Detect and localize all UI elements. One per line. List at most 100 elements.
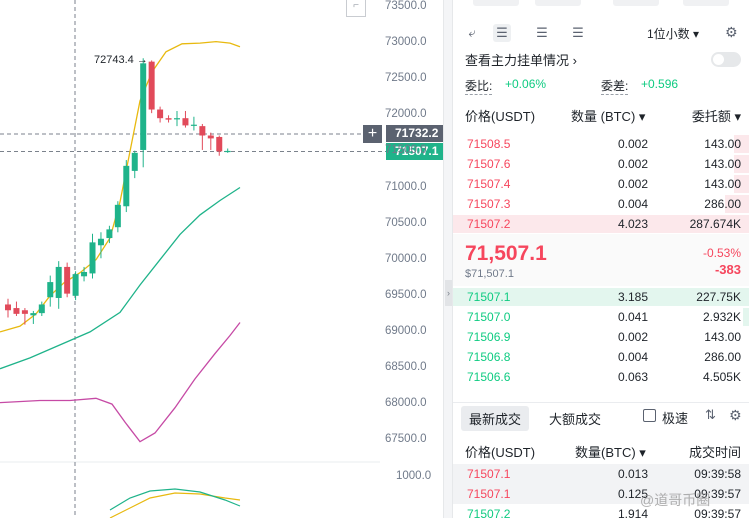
candle-body xyxy=(38,304,45,314)
order-total: 4.505K xyxy=(702,370,741,384)
order-amount: 3.185 xyxy=(617,290,648,304)
both-sides-view-icon[interactable]: ☰ xyxy=(493,24,511,42)
depth-view-icon[interactable]: ⤶ xyxy=(463,24,481,42)
order-price: 71506.8 xyxy=(467,350,511,364)
fast-mode-checkbox[interactable] xyxy=(643,409,656,422)
trade-amount-header[interactable]: 数量(BTC) ▾ xyxy=(575,442,646,461)
order-total: 143.00 xyxy=(704,137,741,151)
order-amount: 0.002 xyxy=(617,157,648,171)
chart-corner-icon[interactable]: ⌐ xyxy=(346,0,366,17)
order-total: 286.00 xyxy=(704,197,741,211)
indicator-tick-label: 1000.0 xyxy=(396,470,432,482)
trade-amount: 0.125 xyxy=(617,487,648,501)
indicator-line-a xyxy=(109,492,241,518)
trade-price: 71507.1 xyxy=(467,487,511,501)
candle-body xyxy=(224,150,231,153)
chart-canvas[interactable] xyxy=(0,0,443,518)
price-tick-label: 73000.0 xyxy=(385,36,427,49)
ma-long-line xyxy=(0,322,241,443)
mid-price-usd: $71,507.1 xyxy=(465,268,514,280)
candle-body xyxy=(140,63,147,150)
trade-amount: 0.013 xyxy=(617,467,648,481)
tab-large-trades[interactable]: 大额成交 xyxy=(549,409,601,428)
ma-fast-line xyxy=(0,41,241,333)
top-tab-2[interactable] xyxy=(535,0,581,6)
price-tick-label: 72000.0 xyxy=(385,108,427,121)
candle-body xyxy=(165,118,172,120)
bids-only-view-icon[interactable]: ☰ xyxy=(533,24,551,42)
order-price: 71507.3 xyxy=(467,197,511,211)
bid-row[interactable]: 71506.9 0.002 143.00 xyxy=(453,327,749,347)
settings-gear-icon[interactable]: ⚙ xyxy=(725,24,738,41)
candle-body xyxy=(207,135,214,139)
bid-row[interactable]: 71506.8 0.004 286.00 xyxy=(453,347,749,367)
price-column-header: 价格(USDT) xyxy=(465,109,536,124)
order-diff-value: +0.596 xyxy=(641,77,679,91)
trades-header: 价格(USDT) 数量(BTC) ▾ 成交时间 xyxy=(453,442,749,460)
order-price: 71507.1 xyxy=(467,290,511,304)
bid-row[interactable]: 71507.1 3.185 227.75K xyxy=(453,287,749,307)
sort-icon[interactable]: ⇅ xyxy=(705,407,716,423)
order-price: 71506.6 xyxy=(467,370,511,384)
order-price: 71508.5 xyxy=(467,137,511,151)
crosshair-price-tag: 71732.2 xyxy=(386,125,444,142)
candle-body xyxy=(55,266,62,298)
price-tick-label: 71500.0 xyxy=(385,144,427,157)
order-total: 143.00 xyxy=(704,157,741,171)
asks-only-view-icon[interactable]: ☰ xyxy=(569,24,587,42)
price-tick-label: 73500.0 xyxy=(385,0,427,12)
candlestick-chart[interactable]: ⌐ 72743.4 → + 71732.2 71507.1 73500.0 730… xyxy=(0,0,444,518)
trade-amount: 1.914 xyxy=(617,507,648,518)
order-book-panel: ⤶ ☰ ☰ ☰ 1位小数 ▾ ⚙ 查看主力挂单情况 › 委比: +0.06% 委… xyxy=(453,0,749,518)
amount-column-header[interactable]: 数量 (BTC) ▾ xyxy=(571,106,645,125)
order-amount: 4.023 xyxy=(617,217,648,231)
trade-price: 71507.2 xyxy=(467,507,511,518)
order-amount: 0.002 xyxy=(617,330,648,344)
order-amount: 0.004 xyxy=(617,197,648,211)
price-tick-label: 70500.0 xyxy=(385,216,427,229)
order-total: 143.00 xyxy=(704,330,741,344)
price-tick-label: 68500.0 xyxy=(385,361,427,373)
order-total: 227.75K xyxy=(696,290,741,304)
ask-row[interactable]: 71507.2 4.023 287.674K xyxy=(453,214,749,234)
candle-body xyxy=(5,304,11,311)
watermark: @道哥币圈 xyxy=(640,492,711,508)
bid-row[interactable]: 71506.6 0.063 4.505K xyxy=(453,367,749,387)
tab-latest-trades[interactable]: 最新成交 xyxy=(461,406,530,431)
candle-body xyxy=(199,126,206,136)
main-orders-link[interactable]: 查看主力挂单情况 › xyxy=(465,50,577,69)
ask-row[interactable]: 71508.5 0.002 143.00 xyxy=(453,134,749,154)
ask-row[interactable]: 71507.4 0.002 143.00 xyxy=(453,174,749,194)
order-amount: 0.041 xyxy=(617,310,648,324)
collapse-chevron-icon[interactable]: › xyxy=(445,280,452,306)
order-amount: 0.063 xyxy=(617,370,648,384)
candle-body xyxy=(81,271,88,277)
candle-body xyxy=(114,204,121,228)
order-ratio-label: 委比: xyxy=(465,79,493,95)
candle-body xyxy=(174,118,180,120)
candle-body xyxy=(21,310,28,314)
price-tick-label: 69000.0 xyxy=(385,324,427,337)
decimal-precision-select[interactable]: 1位小数 ▾ xyxy=(647,25,699,42)
trades-tab-bar: 最新成交 大额成交 极速 ⇅ ⚙ xyxy=(453,402,749,431)
mid-price: 71,507.1 xyxy=(465,242,547,265)
top-tab-4[interactable] xyxy=(683,0,729,6)
order-amount: 0.002 xyxy=(617,177,648,191)
order-book-header: 价格(USDT) 数量 (BTC) ▾ 委托额 ▾ xyxy=(453,106,749,124)
ask-row[interactable]: 71507.3 0.004 286.00 xyxy=(453,194,749,214)
add-alert-button[interactable]: + xyxy=(363,125,382,143)
depth-bar xyxy=(743,308,749,326)
top-tab-1[interactable] xyxy=(473,0,519,6)
ask-row[interactable]: 71507.6 0.002 143.00 xyxy=(453,154,749,174)
order-ratio-value: +0.06% xyxy=(505,77,547,91)
trades-settings-icon[interactable]: ⚙ xyxy=(729,407,742,424)
main-orders-toggle[interactable] xyxy=(711,52,741,67)
order-book-toolbar: ⤶ ☰ ☰ ☰ 1位小数 ▾ ⚙ xyxy=(453,22,749,44)
top-tab-3[interactable] xyxy=(613,0,659,6)
candle-body xyxy=(190,124,197,126)
order-price: 71506.9 xyxy=(467,330,511,344)
indicator-line-b xyxy=(109,488,241,511)
panel-splitter[interactable]: › xyxy=(443,0,453,518)
total-column-header[interactable]: 委托额 ▾ xyxy=(692,106,741,125)
bid-row[interactable]: 71507.0 0.041 2.932K xyxy=(453,307,749,327)
